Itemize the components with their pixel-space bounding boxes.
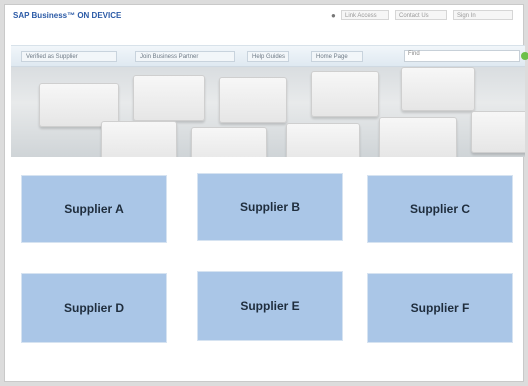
top-link-2[interactable]: Contact Us <box>395 10 447 20</box>
navigation-bar: Verified as Supplier Join Business Partn… <box>11 45 528 67</box>
nav-tab-join-partner[interactable]: Join Business Partner <box>135 51 235 62</box>
keyboard-key <box>286 123 360 157</box>
supplier-tile-e[interactable]: Supplier E <box>197 271 343 341</box>
keyboard-key <box>379 117 457 157</box>
keyboard-key <box>133 75 205 121</box>
supplier-tile-a[interactable]: Supplier A <box>21 175 167 243</box>
keyboard-key <box>191 127 267 157</box>
supplier-tile-b[interactable]: Supplier B <box>197 173 343 241</box>
search-go-icon[interactable] <box>521 52 528 60</box>
brand-logo[interactable]: SAP Business™ ON DEVICE <box>13 11 121 20</box>
supplier-grid: Supplier A Supplier B Supplier C Supplie… <box>11 165 525 375</box>
supplier-tile-c[interactable]: Supplier C <box>367 175 513 243</box>
keyboard-key <box>401 67 475 111</box>
top-link-3[interactable]: Sign In <box>453 10 513 20</box>
supplier-tile-d[interactable]: Supplier D <box>21 273 167 343</box>
supplier-tile-f[interactable]: Supplier F <box>367 273 513 343</box>
browser-window: SAP Business™ ON DEVICE ● Link Access Co… <box>4 4 528 382</box>
keyboard-key <box>101 121 177 157</box>
nav-tab-home[interactable]: Home Page <box>311 51 363 62</box>
top-bar: SAP Business™ ON DEVICE ● Link Access Co… <box>5 5 523 27</box>
keyboard-key <box>311 71 379 117</box>
nav-tab-verified-supplier[interactable]: Verified as Supplier <box>21 51 117 62</box>
search-input[interactable]: Find <box>404 50 528 62</box>
hero-keyboard-banner <box>11 67 525 157</box>
top-link-1[interactable]: Link Access <box>341 10 389 20</box>
keyboard-key <box>219 77 287 123</box>
nav-tab-help[interactable]: Help Guides <box>247 51 289 62</box>
keyboard-key <box>471 111 525 153</box>
person-icon[interactable]: ● <box>331 11 336 20</box>
